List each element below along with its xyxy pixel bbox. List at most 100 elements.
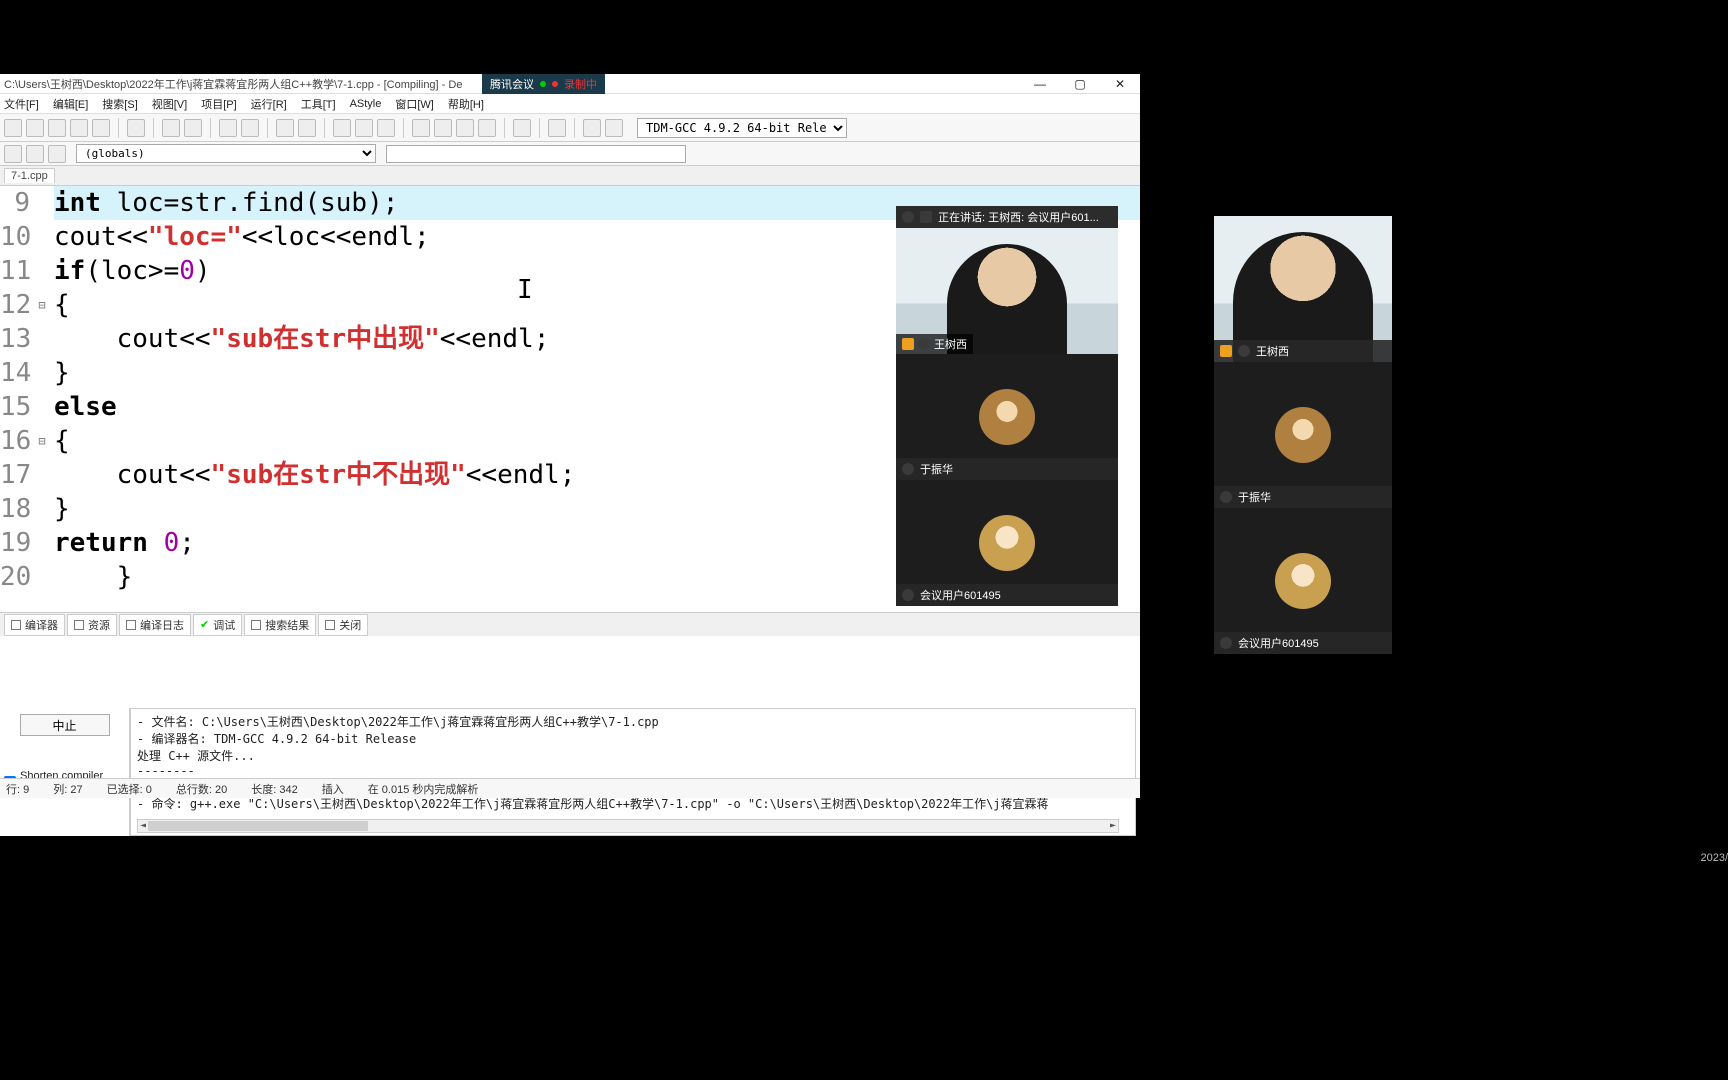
mic-icon [1220,491,1232,503]
participant-video-tile[interactable]: 王树西 [896,228,1118,354]
menu-tools[interactable]: 工具[T] [301,96,336,112]
replace-icon[interactable] [241,119,259,137]
ide-window: C:\Users\王树西\Desktop\2022年工作\j蒋宜霖蒋宜彤两人组C… [0,74,1140,798]
menu-astyle[interactable]: AStyle [350,98,382,110]
tab-compiler[interactable]: 编译器 [4,614,65,636]
status-line: 行: 9 [6,781,29,797]
participant-name-badge: 王树西 [1214,340,1392,362]
toggle-view1-icon[interactable] [276,119,294,137]
menubar: 文件[F] 编辑[E] 搜索[S] 视图[V] 项目[P] 运行[R] 工具[T… [0,94,1140,114]
profile-icon[interactable] [605,119,623,137]
status-total-lines: 总行数: 20 [176,781,227,797]
debug-icon[interactable] [583,119,601,137]
compiler-select[interactable]: TDM-GCC 4.9.2 64-bit Release [637,118,847,138]
status-length: 长度: 342 [251,781,297,797]
separator-icon [324,118,325,138]
bookmark-next-icon[interactable] [26,145,44,163]
open-file-icon[interactable] [26,119,44,137]
status-parse-time: 在 0.015 秒内完成解析 [368,781,479,797]
participant-name-badge: 会议用户601495 [1214,632,1392,654]
find-icon[interactable] [219,119,237,137]
globals-select[interactable]: (globals) [76,144,376,163]
redo-icon[interactable] [184,119,202,137]
scroll-right-icon[interactable]: ► [1106,820,1120,832]
menu-file[interactable]: 文件[F] [4,96,39,112]
bookmark-prev-icon[interactable] [4,145,22,163]
nav-back-icon[interactable] [333,119,351,137]
compile-run-icon[interactable] [456,119,474,137]
mic-icon [1238,345,1250,357]
record-dot-icon [552,81,558,87]
tab-close[interactable]: 关闭 [318,614,368,636]
file-tab-active[interactable]: 7-1.cpp [4,168,55,183]
save-all-icon[interactable] [70,119,88,137]
status-dot-green-icon [540,81,546,87]
menu-window[interactable]: 窗口[W] [395,96,434,112]
menu-help[interactable]: 帮助[H] [448,96,484,112]
fold-column[interactable]: ⊟ ⊟ [36,186,48,612]
function-select[interactable] [386,145,686,163]
participant-avatar-tile[interactable]: 于振华 [896,354,1118,480]
participant-avatar-tile[interactable]: 会议用户601495 [896,480,1118,606]
separator-icon [267,118,268,138]
menu-search[interactable]: 搜索[S] [102,96,137,112]
stop-icon[interactable] [548,119,566,137]
speaker-icon[interactable] [920,211,932,223]
menu-run[interactable]: 运行[R] [251,96,287,112]
participant-video-tile[interactable]: 王树西 [1214,216,1392,362]
minimize-button[interactable]: — [1020,74,1060,94]
avatar-icon [979,515,1035,571]
bookmark-toggle-icon[interactable] [48,145,66,163]
horizontal-scrollbar[interactable]: ◄ ► [137,819,1119,833]
menu-view[interactable]: 视图[V] [152,96,187,112]
rebuild-icon[interactable] [478,119,496,137]
toggle-view2-icon[interactable] [298,119,316,137]
toolbar-second-row: (globals) [0,142,1140,166]
toolbar: TDM-GCC 4.9.2 64-bit Release [0,114,1140,142]
save-as-icon[interactable] [92,119,110,137]
undo-icon[interactable] [162,119,180,137]
square-icon [251,620,261,630]
bottom-panel-tabs: 编译器 资源 编译日志 ✔调试 搜索结果 关闭 [0,612,1140,636]
compile-icon[interactable] [412,119,430,137]
avatar-icon [1275,407,1331,463]
tab-resources[interactable]: 资源 [67,614,117,636]
run-icon[interactable] [434,119,452,137]
menu-project[interactable]: 项目[P] [201,96,236,112]
statusbar: 行: 9 列: 27 已选择: 0 总行数: 20 长度: 342 插入 在 0… [0,778,1140,798]
close-button[interactable]: ✕ [1100,74,1140,94]
participant-avatar-tile[interactable]: 会议用户601495 [1214,508,1392,654]
check-icon: ✔ [200,618,209,631]
participant-avatar-tile[interactable]: 于振华 [1214,362,1392,508]
host-badge-icon [1220,345,1232,357]
avatar-icon [979,389,1035,445]
host-badge-icon [902,338,914,350]
compiler-output[interactable]: - 文件名: C:\Users\王树西\Desktop\2022年工作\j蒋宜霖… [130,708,1136,836]
save-icon[interactable] [48,119,66,137]
menu-edit[interactable]: 编辑[E] [53,96,88,112]
separator-icon [403,118,404,138]
check-icon[interactable] [513,119,531,137]
scroll-thumb[interactable] [148,821,368,831]
abort-button[interactable]: 中止 [20,714,110,736]
meeting-app-name: 腾讯会议 [490,76,534,92]
new-file-icon[interactable] [4,119,22,137]
maximize-button[interactable]: ▢ [1060,74,1100,94]
shield-icon[interactable] [377,119,395,137]
tab-compile-log[interactable]: 编译日志 [119,614,191,636]
print-icon[interactable] [127,119,145,137]
timestamp-overlay: 2023/ [1700,852,1728,864]
nav-forward-icon[interactable] [355,119,373,137]
speaking-indicator: 正在讲话: 王树西: 会议用户601... [896,206,1118,228]
participant-name-badge: 会议用户601495 [896,584,1118,606]
separator-icon [504,118,505,138]
status-selection: 已选择: 0 [107,781,152,797]
participant-name-badge: 于振华 [1214,486,1392,508]
tab-debug[interactable]: ✔调试 [193,614,242,636]
status-col: 列: 27 [53,781,82,797]
mic-icon [902,463,914,475]
mic-icon[interactable] [902,211,914,223]
mic-icon [1220,637,1232,649]
separator-icon [210,118,211,138]
tab-search-results[interactable]: 搜索结果 [244,614,316,636]
